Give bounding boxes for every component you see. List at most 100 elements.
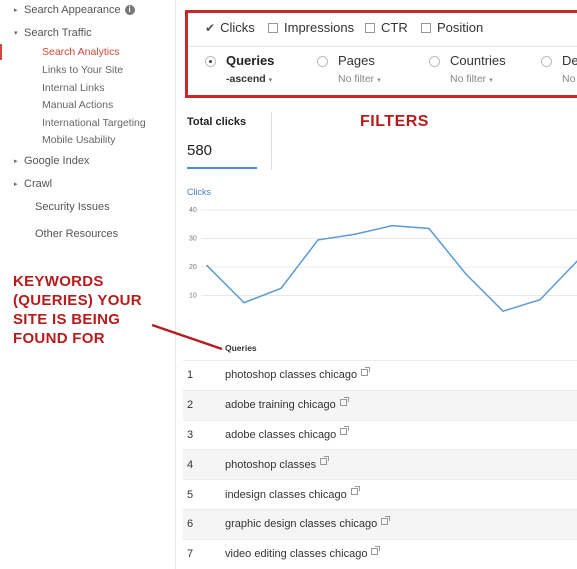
data-point[interactable] [317,239,319,241]
sidebar-item-label: Search Appearance [24,4,121,16]
table-row[interactable]: 2 adobe training chicago [183,389,577,420]
chevron-right-icon: ▸ [14,158,18,165]
dimension-filter-dropdown[interactable]: No filter ▾ [450,73,493,85]
query-cell[interactable]: video editing classes chicago [225,545,381,561]
query-cell[interactable]: indesign classes chicago [225,486,360,501]
row-index: 2 [187,399,194,412]
checkbox[interactable] [365,22,375,33]
query-cell[interactable]: graphic design classes chicago [225,515,391,531]
external-link-icon[interactable] [320,456,330,466]
y-tick-label: 20 [189,264,197,271]
query-text: graphic design classes chicago [225,518,378,531]
dimension-label: Pages [338,53,375,68]
sidebar-item-search-appearance[interactable]: ▸ Search Appearance i [14,4,135,16]
query-text: adobe classes chicago [225,428,337,441]
sidebar-item-google-index[interactable]: ▸ Google Index [14,155,89,167]
dimension-filter-dropdown[interactable]: No filter ▾ [338,73,381,85]
dimension-filter-value: No filter [450,73,487,85]
data-point[interactable] [243,301,245,304]
divider [188,46,577,47]
sidebar-item-international-targeting[interactable]: International Targeting [42,117,146,129]
metric-impressions[interactable]: Impressions [268,20,354,35]
row-index: 3 [187,428,194,441]
queries-table: 1 photoshop classes chicago 2 adobe trainin… [183,360,577,569]
data-point[interactable] [391,224,393,227]
table-row[interactable]: 4 photoshop classes [183,449,577,480]
info-icon[interactable]: i [124,5,135,15]
table-row[interactable]: 6 graphic design classes chicago [183,508,577,539]
row-index: 6 [187,518,194,531]
sidebar-item-security-issues[interactable]: Security Issues [35,201,110,213]
sidebar-item-search-traffic[interactable]: ▾ Search Traffic [14,27,92,39]
total-clicks-label: Total clicks [187,116,247,128]
filters-panel: ✔ Clicks Impressions CTR Position Querie… [185,10,577,98]
query-cell[interactable]: photoshop classes [225,456,330,471]
caret-down-icon: ▾ [268,77,273,84]
data-point[interactable] [206,264,208,267]
divider [271,112,272,170]
checkbox[interactable] [268,22,278,33]
data-point[interactable] [280,287,282,290]
annotation-keywords: KEYWORDS (QUERIES) YOUR SITE IS BEING FO… [13,273,142,347]
query-text: adobe training chicago [225,399,336,412]
dimension-label: Countries [450,53,506,68]
chart-title: Clicks [187,187,211,197]
sidebar-item-mobile-usability[interactable]: Mobile Usability [42,134,116,146]
external-link-icon[interactable] [361,366,371,376]
radio-button[interactable] [205,56,216,67]
query-text: video editing classes chicago [225,548,368,561]
data-point[interactable] [428,227,430,230]
checkbox[interactable] [421,22,431,33]
external-link-icon[interactable] [381,515,391,525]
checkmark-icon: ✔ [205,20,216,35]
y-tick-label: 10 [189,293,197,300]
data-point[interactable] [502,310,504,312]
dimension-filter-dropdown[interactable]: No [562,73,575,85]
total-underline [187,167,257,169]
sidebar-item-manual-actions[interactable]: Manual Actions [42,99,113,111]
data-point[interactable] [539,298,541,301]
sidebar-item-internal-links[interactable]: Internal Links [42,82,104,94]
dimension-filter-value: No filter [338,73,375,85]
row-index: 1 [187,369,194,382]
active-indicator [0,44,2,60]
external-link-icon[interactable] [339,396,349,406]
table-row[interactable]: 1 photoshop classes chicago [183,360,577,390]
sidebar-item-links-to-your-site[interactable]: Links to Your Site [42,64,123,76]
external-link-icon[interactable] [350,486,360,496]
annotation-filters: FILTERS [360,113,429,130]
table-header-queries[interactable]: Queries [225,343,257,353]
sidebar-item-search-analytics[interactable]: Search Analytics [42,46,120,58]
metric-label: Impressions [284,20,355,35]
radio-button[interactable] [541,56,552,67]
clicks-line-chart: 40 30 20 10 [189,207,577,313]
metric-ctr[interactable]: CTR [365,20,408,35]
query-text: photoshop classes chicago [225,369,358,382]
sidebar-item-label: Crawl [24,178,53,190]
table-row[interactable]: 7 video editing classes chicago [183,538,577,569]
sidebar-item-other-resources[interactable]: Other Resources [35,228,118,240]
query-cell[interactable]: adobe classes chicago [225,426,350,441]
radio-button[interactable] [429,56,440,67]
query-text: photoshop classes [225,458,317,471]
data-point[interactable] [354,233,356,236]
caret-down-icon: ▾ [377,77,381,84]
table-row[interactable]: 3 adobe classes chicago [183,419,577,450]
total-clicks-value: 580 [187,142,213,159]
query-cell[interactable]: photoshop classes chicago [225,366,371,382]
table-row[interactable]: 5 indesign classes chicago [183,479,577,509]
row-index: 5 [187,488,194,501]
external-link-icon[interactable] [371,545,381,555]
dimension-filter-dropdown[interactable]: -ascend ▾ [226,73,272,85]
dimension-filter-value: -ascend [226,73,266,85]
external-link-icon[interactable] [340,426,350,436]
metric-position[interactable]: Position [421,20,483,35]
sidebar-item-label: Search Traffic [24,27,92,39]
query-cell[interactable]: adobe training chicago [225,396,349,412]
metric-clicks[interactable]: ✔ Clicks [205,20,255,35]
dimension-label: Queries [226,53,275,68]
chevron-right-icon: ▸ [14,7,18,14]
sidebar-item-crawl[interactable]: ▸ Crawl [14,178,53,190]
data-point[interactable] [465,273,467,275]
radio-button[interactable] [317,56,328,67]
